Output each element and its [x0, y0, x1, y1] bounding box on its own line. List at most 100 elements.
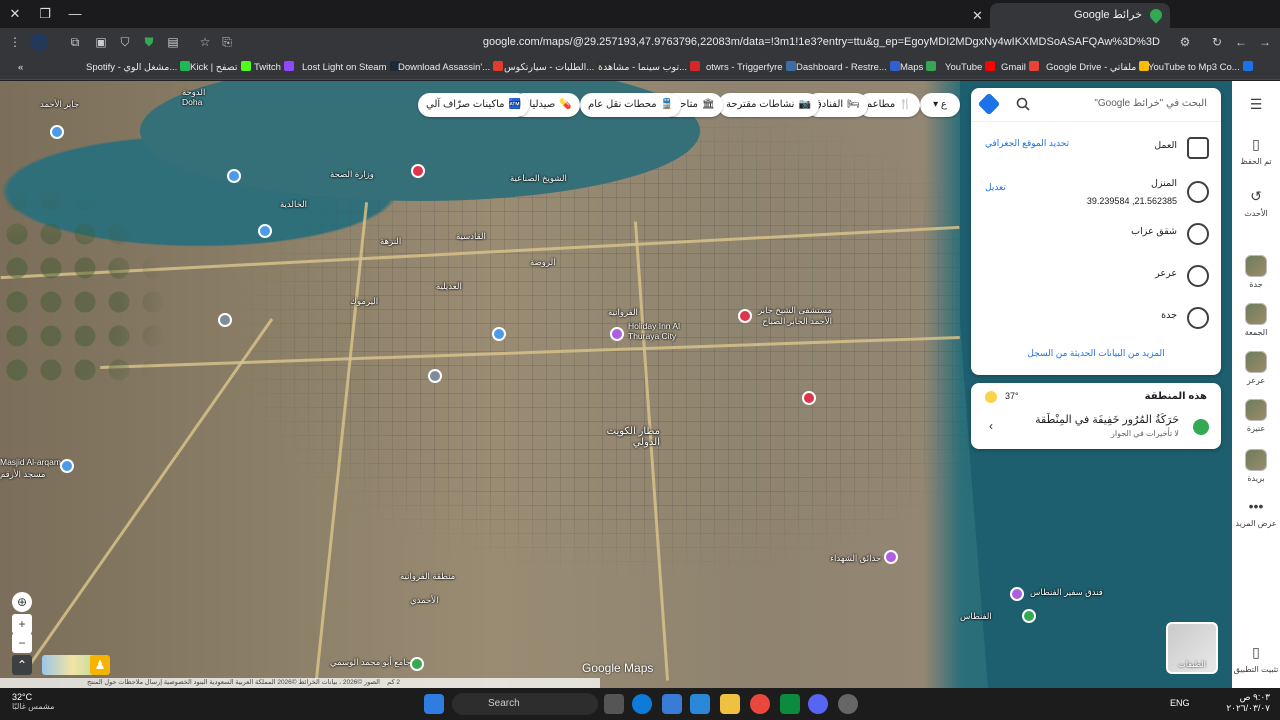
share-icon[interactable]: ⎘	[218, 33, 236, 51]
close-tab-icon[interactable]: ✕	[972, 3, 983, 28]
bookmark-item[interactable]: Google Drive - ملفاتي	[1046, 60, 1150, 76]
photos-icon[interactable]	[690, 694, 710, 714]
recent-item[interactable]: شقق عزاب	[971, 214, 1221, 254]
task-view-icon[interactable]	[604, 694, 624, 714]
mosque-pin-icon[interactable]	[60, 459, 74, 473]
search-input[interactable]: البحث في "خرائط Google"	[1094, 98, 1207, 109]
hospital-pin-icon[interactable]	[802, 391, 816, 405]
install-app-button[interactable]: ▯ تثبيت التطبيق	[1232, 643, 1280, 674]
chrome-icon[interactable]	[750, 694, 770, 714]
show-more-button[interactable]: ••• عرض المزيد	[1232, 497, 1280, 528]
directions-icon[interactable]	[977, 92, 1001, 116]
rail-place[interactable]: عنيزة	[1232, 399, 1280, 433]
restore-window-icon[interactable]: ❐	[34, 4, 56, 24]
bookmark-item[interactable]: الطلبات - سيارتكوس...	[504, 60, 608, 76]
hotel-pin-icon[interactable]	[1010, 587, 1024, 601]
place-pin-icon[interactable]	[884, 550, 898, 564]
saved-button[interactable]: ▯ تم الحفظ	[1232, 135, 1280, 166]
my-location-icon[interactable]: ⊕	[12, 592, 32, 612]
pegman-icon[interactable]: ♟	[90, 655, 110, 675]
zoom-out-button[interactable]: −	[12, 633, 32, 653]
hospital-pin-icon[interactable]	[738, 309, 752, 323]
place-pin-icon[interactable]	[428, 369, 442, 383]
site-settings-icon[interactable]: ⚙	[1176, 33, 1194, 51]
rail-place[interactable]: جدة	[1232, 255, 1280, 289]
clock[interactable]: ٩:٠٣ ص ٢٠٢٦/٠٣/٠٧	[1226, 692, 1270, 714]
chip-more[interactable]: ع ▾	[920, 93, 960, 117]
back-icon[interactable]: ←	[1232, 33, 1250, 51]
weather-desc: مشمس غالبًا	[12, 702, 55, 711]
expand-icon[interactable]: ⌃	[12, 655, 32, 675]
bookmark-item[interactable]: Twitch	[254, 60, 294, 76]
bookmark-item[interactable]: YouTube to Mp3 Co...	[1148, 60, 1253, 76]
profile-icon[interactable]	[30, 33, 48, 51]
menu-button[interactable]: ☰	[1232, 95, 1280, 117]
search-box[interactable]: البحث في "خرائط Google"	[971, 88, 1221, 122]
shopping-pin-icon[interactable]	[492, 327, 506, 341]
set-location-link[interactable]: تحديد الموقع الجغرافي	[985, 138, 1069, 149]
extension-icon[interactable]: ▣	[92, 33, 110, 51]
url-field[interactable]: google.com/maps/@29.257193,47.9763796,22…	[240, 32, 1170, 52]
rail-place[interactable]: عرعر	[1232, 351, 1280, 385]
forward-icon[interactable]: →	[1256, 33, 1274, 51]
hospital-pin-icon[interactable]	[411, 164, 425, 178]
app-icon[interactable]	[780, 694, 800, 714]
more-history-link[interactable]: المزيد من البيانات الحديثة من السجل	[971, 348, 1221, 359]
rail-place[interactable]: بريدة	[1232, 449, 1280, 483]
shopping-pin-icon[interactable]	[227, 169, 241, 183]
saved-work[interactable]: العمل تحديد الموقع الجغرافي	[971, 128, 1221, 168]
recent-button[interactable]: ↺ الأحدث	[1232, 187, 1280, 218]
hotel-pin-icon[interactable]	[610, 327, 624, 341]
store-icon[interactable]	[662, 694, 682, 714]
edit-home-link[interactable]: تعديل	[985, 182, 1006, 193]
search-icon[interactable]	[1015, 96, 1031, 112]
explorer-icon[interactable]	[720, 694, 740, 714]
translate-icon[interactable]: ▤	[164, 33, 182, 51]
bookmark-item[interactable]: توب سينما - مشاهدة...	[598, 60, 701, 76]
bookmarks-overflow-icon[interactable]: «	[18, 60, 23, 76]
area-card[interactable]: هذه المنطقة 37° حَرَكَةُ المُرُور خَفِيف…	[971, 383, 1221, 449]
rail-place[interactable]: الجمعة	[1232, 303, 1280, 337]
bookmark-item[interactable]: Gmail	[1001, 60, 1039, 76]
menu-dots-icon[interactable]: ⋮	[6, 33, 24, 51]
place-pin-icon[interactable]	[218, 313, 232, 327]
bookmark-item[interactable]: Spotify - مشغل الوي...	[86, 60, 191, 76]
edge-icon[interactable]	[632, 694, 652, 714]
bookmark-item[interactable]: otwrs - Triggerfyre	[706, 60, 796, 76]
bookmark-item[interactable]: Kick | تصفح	[190, 60, 251, 76]
scale-text[interactable]: 2 كم	[387, 679, 400, 686]
bookmark-item[interactable]: Lost Light on Steam	[302, 60, 400, 76]
recent-item[interactable]: عرعر	[971, 256, 1221, 296]
park-pin-icon[interactable]	[1022, 609, 1036, 623]
reload-icon[interactable]: ↻	[1208, 33, 1226, 51]
shopping-pin-icon[interactable]	[258, 224, 272, 238]
language-indicator[interactable]: ENG	[1170, 698, 1190, 708]
chevron-left-icon[interactable]: ‹	[989, 419, 993, 433]
close-window-icon[interactable]: ✕	[4, 4, 26, 24]
layers-button[interactable]: الطبقات	[1166, 622, 1218, 674]
bookmark-star-icon[interactable]: ☆	[196, 33, 214, 51]
tab-google-maps[interactable]: خرائط Google ✕	[972, 3, 1170, 28]
start-icon[interactable]	[424, 694, 444, 714]
weather-widget[interactable]: 32°C مشمس غالبًا	[12, 692, 54, 711]
saved-home[interactable]: المنزل 39.239584 ,21.562385 تعديل	[971, 172, 1221, 212]
bookmark-item[interactable]: Download Assassin'...	[398, 60, 504, 76]
mosque-pin-icon[interactable]	[410, 657, 424, 671]
bookmark-item[interactable]: YouTube	[945, 60, 996, 76]
chip-things-to-do[interactable]: 📷نشاطات مقترحة	[718, 93, 819, 117]
discord-icon[interactable]	[808, 694, 828, 714]
chip-transit[interactable]: 🚆محطات نقل عام	[580, 93, 682, 117]
taskbar-search[interactable]: Search	[452, 693, 598, 715]
chip-atms[interactable]: 🏧ماكينات صرّاف آلي	[418, 93, 529, 117]
bookmark-item[interactable]: Maps	[900, 60, 937, 76]
minimize-window-icon[interactable]: —	[64, 4, 86, 24]
shield-icon[interactable]: ⛉	[116, 33, 134, 51]
adblock-icon[interactable]: ⛊	[140, 33, 158, 51]
shopping-pin-icon[interactable]	[50, 125, 64, 139]
steam-icon[interactable]	[838, 694, 858, 714]
side-rail: ☰ ▯ تم الحفظ ↺ الأحدث جدة الجمعة عرعر عنيز…	[1232, 81, 1280, 688]
bookmark-item[interactable]: Dashboard - Restre...	[796, 60, 900, 76]
extensions-icon[interactable]: ⧉	[66, 33, 84, 51]
zoom-in-button[interactable]: +	[12, 614, 32, 634]
recent-item[interactable]: جدة	[971, 298, 1221, 338]
